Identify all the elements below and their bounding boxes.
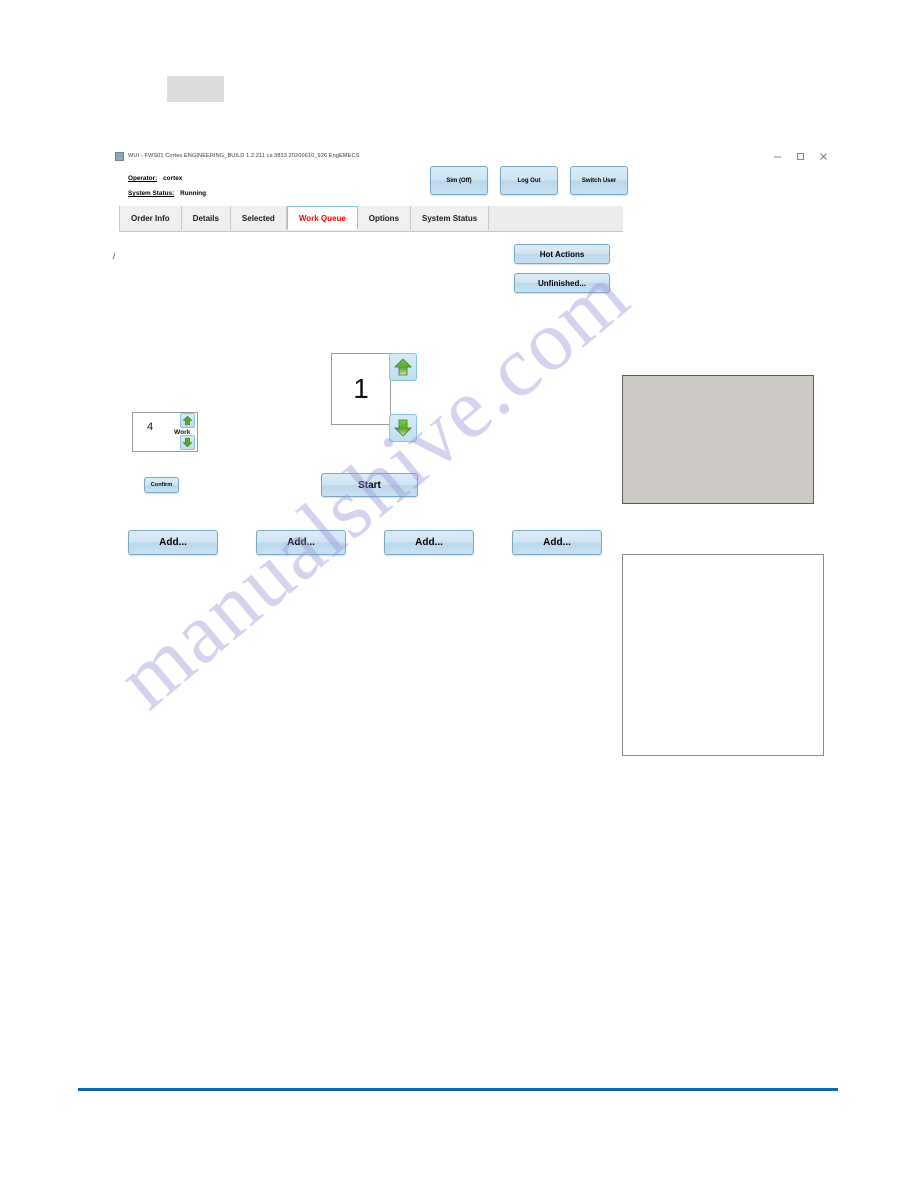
- start-button[interactable]: Start: [321, 473, 418, 497]
- operator-label: Operator:: [128, 175, 158, 182]
- window-controls: [773, 148, 828, 164]
- work-count-prefix: /: [113, 252, 116, 261]
- tab-strip: Order Info Details Selected Work Queue O…: [119, 206, 623, 232]
- work-queue-panel: Hot Actions Unfinished... 1 4 / Work Con…: [112, 236, 830, 756]
- application-window: WUI - FWS01 Cortex ENGINEERING_BUILD 1.2…: [112, 148, 830, 756]
- operator-info: Operator: cortex: [128, 175, 182, 182]
- add-button-3[interactable]: Add...: [384, 530, 474, 555]
- tab-options[interactable]: Options: [357, 206, 412, 230]
- switch-user-button[interactable]: Switch User: [570, 166, 628, 195]
- queue-count-increment-button[interactable]: [389, 353, 417, 381]
- arrow-up-icon: [394, 358, 412, 376]
- header-button-group: Sim (Off) Log Out Switch User: [430, 166, 628, 195]
- add-button-4[interactable]: Add...: [512, 530, 602, 555]
- queue-count-value: 1: [353, 373, 369, 404]
- work-count-decrement-button[interactable]: [180, 435, 195, 450]
- page-footer-rule: [78, 1088, 838, 1091]
- document-page: WUI - FWS01 Cortex ENGINEERING_BUILD 1.2…: [0, 0, 918, 1188]
- tab-strip-filler: [489, 206, 623, 231]
- close-icon[interactable]: [819, 152, 828, 161]
- confirm-button[interactable]: Confirm: [144, 477, 179, 493]
- system-status-label: System Status:: [128, 190, 175, 197]
- unfinished-button[interactable]: Unfinished...: [514, 273, 610, 293]
- tab-system-status[interactable]: System Status: [411, 206, 490, 230]
- queue-list-panel[interactable]: [622, 554, 824, 756]
- top-image-placeholder: [167, 76, 224, 102]
- window-titlebar: WUI - FWS01 Cortex ENGINEERING_BUILD 1.2…: [112, 148, 830, 164]
- window-title: WUI - FWS01 Cortex ENGINEERING_BUILD 1.2…: [128, 153, 360, 159]
- add-button-1[interactable]: Add...: [128, 530, 218, 555]
- preview-panel: [622, 375, 814, 504]
- work-count-increment-button[interactable]: [180, 413, 195, 428]
- operator-value: cortex: [163, 175, 183, 182]
- minimize-icon[interactable]: [773, 152, 782, 161]
- tab-work-queue[interactable]: Work Queue: [286, 206, 358, 230]
- system-status-value: Running: [180, 190, 207, 197]
- queue-count-field[interactable]: 1: [331, 353, 391, 425]
- hot-actions-button[interactable]: Hot Actions: [514, 244, 610, 264]
- queue-count-decrement-button[interactable]: [389, 414, 417, 442]
- app-icon: [115, 151, 124, 161]
- system-status-info: System Status: Running: [128, 190, 206, 197]
- maximize-icon[interactable]: [796, 152, 805, 161]
- log-out-button[interactable]: Log Out: [500, 166, 558, 195]
- work-count-value: 4: [147, 421, 154, 433]
- sim-toggle-button[interactable]: Sim (Off): [430, 166, 488, 195]
- tab-details[interactable]: Details: [181, 206, 231, 230]
- arrow-down-icon: [394, 419, 412, 437]
- tab-selected[interactable]: Selected: [230, 206, 287, 230]
- tab-order-info[interactable]: Order Info: [119, 206, 182, 230]
- arrow-up-icon: [182, 415, 193, 426]
- add-button-2[interactable]: Add...: [256, 530, 346, 555]
- arrow-down-icon: [182, 437, 193, 448]
